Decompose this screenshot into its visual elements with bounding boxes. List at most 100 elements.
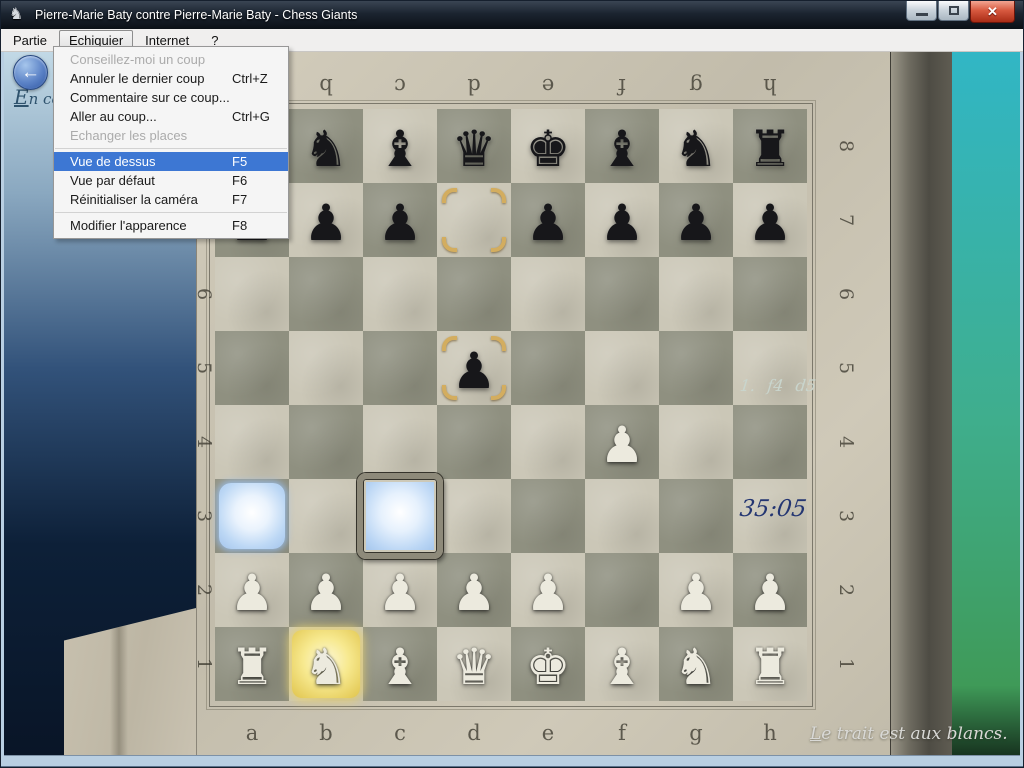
file-label-bottom-g: g bbox=[659, 715, 733, 751]
square-f3[interactable] bbox=[585, 479, 659, 553]
square-e5[interactable] bbox=[511, 331, 585, 405]
square-d4[interactable] bbox=[437, 405, 511, 479]
piece-white-pawn-e2[interactable]: ♟ bbox=[511, 553, 585, 627]
piece-white-pawn-c2[interactable]: ♟ bbox=[363, 553, 437, 627]
piece-white-king-e1[interactable]: ♚ bbox=[511, 627, 585, 701]
piece-white-pawn-b2[interactable]: ♟ bbox=[289, 553, 363, 627]
square-g4[interactable] bbox=[659, 405, 733, 479]
square-e3[interactable] bbox=[511, 479, 585, 553]
piece-black-queen-d8[interactable]: ♛ bbox=[437, 109, 511, 183]
menu-item[interactable]: Annuler le dernier coupCtrl+Z bbox=[54, 69, 288, 88]
file-label-bottom-a: a bbox=[215, 715, 289, 751]
piece-white-pawn-f4[interactable]: ♟ bbox=[585, 405, 659, 479]
gold-corner-icon bbox=[442, 237, 457, 252]
minimize-button[interactable] bbox=[906, 1, 937, 21]
back-button[interactable]: ← bbox=[13, 55, 48, 90]
piece-black-pawn-f7[interactable]: ♟ bbox=[585, 183, 659, 257]
menu-item[interactable]: Commentaire sur ce coup... bbox=[54, 88, 288, 107]
file-label-bottom-b: b bbox=[289, 715, 363, 751]
board-squares: ♜♞♝♛♚♝♞♜♟♟♟♟♟♟♟♟♟♟♟♟♟♟♟♟♜♞♝♛♚♝♞♜ bbox=[215, 109, 807, 701]
rank-label-right-4: 4 bbox=[809, 432, 883, 452]
rank-label-right-2: 2 bbox=[809, 580, 883, 600]
square-e6[interactable] bbox=[511, 257, 585, 331]
piece-black-king-e8[interactable]: ♚ bbox=[511, 109, 585, 183]
piece-black-pawn-e7[interactable]: ♟ bbox=[511, 183, 585, 257]
rank-label-right-8: 8 bbox=[809, 136, 883, 156]
menu-item-label: Echanger les places bbox=[70, 128, 187, 143]
menu-item[interactable]: Vue par défautF6 bbox=[54, 171, 288, 190]
square-g3[interactable] bbox=[659, 479, 733, 553]
piece-white-rook-h1[interactable]: ♜ bbox=[733, 627, 807, 701]
window-title: Pierre-Marie Baty contre Pierre-Marie Ba… bbox=[35, 8, 357, 22]
square-d3[interactable] bbox=[437, 479, 511, 553]
maximize-button[interactable] bbox=[938, 1, 969, 21]
file-label-top-b: b bbox=[289, 68, 363, 104]
move-target-highlight-a3[interactable] bbox=[219, 483, 285, 549]
piece-black-pawn-b7[interactable]: ♟ bbox=[289, 183, 363, 257]
piece-black-knight-g8[interactable]: ♞ bbox=[659, 109, 733, 183]
piece-white-queen-d1[interactable]: ♛ bbox=[437, 627, 511, 701]
square-c6[interactable] bbox=[363, 257, 437, 331]
piece-black-bishop-c8[interactable]: ♝ bbox=[363, 109, 437, 183]
menu-item-label: Annuler le dernier coup bbox=[70, 71, 204, 86]
rank-label-right-5: 5 bbox=[809, 358, 883, 378]
gold-corner-icon bbox=[491, 237, 506, 252]
piece-white-bishop-c1[interactable]: ♝ bbox=[363, 627, 437, 701]
menu-partie[interactable]: Partie bbox=[3, 30, 57, 51]
board-side-edge bbox=[890, 52, 952, 756]
gold-corner-icon bbox=[491, 336, 506, 351]
file-label-bottom-c: c bbox=[363, 715, 437, 751]
file-label-top-c: c bbox=[363, 68, 437, 104]
square-b4[interactable] bbox=[289, 405, 363, 479]
clock-text: 35:05 bbox=[738, 496, 832, 522]
gold-corner-icon bbox=[491, 385, 506, 400]
close-button[interactable]: ✕ bbox=[970, 1, 1015, 23]
square-h6[interactable] bbox=[733, 257, 807, 331]
square-g6[interactable] bbox=[659, 257, 733, 331]
piece-black-bishop-f8[interactable]: ♝ bbox=[585, 109, 659, 183]
piece-black-pawn-g7[interactable]: ♟ bbox=[659, 183, 733, 257]
menu-separator bbox=[55, 212, 287, 213]
square-f5[interactable] bbox=[585, 331, 659, 405]
piece-white-knight-g1[interactable]: ♞ bbox=[659, 627, 733, 701]
piece-white-pawn-h2[interactable]: ♟ bbox=[733, 553, 807, 627]
menu-item-label: Vue par défaut bbox=[70, 173, 155, 188]
square-b6[interactable] bbox=[289, 257, 363, 331]
piece-white-bishop-f1[interactable]: ♝ bbox=[585, 627, 659, 701]
chessboard: aabbccddeeffgghh1122334455667788 ♜♞♝♛♚♝♞… bbox=[196, 52, 952, 756]
piece-black-rook-h8[interactable]: ♜ bbox=[733, 109, 807, 183]
square-f2[interactable] bbox=[585, 553, 659, 627]
square-b3[interactable] bbox=[289, 479, 363, 553]
piece-white-knight-b1[interactable]: ♞ bbox=[289, 627, 363, 701]
piece-black-pawn-h7[interactable]: ♟ bbox=[733, 183, 807, 257]
piece-white-pawn-g2[interactable]: ♟ bbox=[659, 553, 733, 627]
square-c4[interactable] bbox=[363, 405, 437, 479]
piece-white-rook-a1[interactable]: ♜ bbox=[215, 627, 289, 701]
title-bar[interactable]: ♞ Pierre-Marie Baty contre Pierre-Marie … bbox=[1, 1, 1023, 29]
square-c5[interactable] bbox=[363, 331, 437, 405]
rank-label-right-6: 6 bbox=[809, 284, 883, 304]
menu-item[interactable]: Conseillez-moi un coup bbox=[54, 50, 288, 69]
square-f6[interactable] bbox=[585, 257, 659, 331]
square-e4[interactable] bbox=[511, 405, 585, 479]
piece-black-pawn-c7[interactable]: ♟ bbox=[363, 183, 437, 257]
rank-label-left-4: 4 bbox=[167, 432, 241, 452]
cursor-frame-c3[interactable] bbox=[357, 473, 443, 559]
square-d6[interactable] bbox=[437, 257, 511, 331]
file-label-bottom-e: e bbox=[511, 715, 585, 751]
piece-white-pawn-a2[interactable]: ♟ bbox=[215, 553, 289, 627]
menu-item[interactable]: Modifier l'apparenceF8 bbox=[54, 216, 288, 235]
square-g5[interactable] bbox=[659, 331, 733, 405]
menu-item[interactable]: Echanger les places bbox=[54, 126, 288, 145]
menu-item[interactable]: Vue de dessusF5 bbox=[54, 152, 288, 171]
menu-item[interactable]: Réinitialiser la caméraF7 bbox=[54, 190, 288, 209]
square-h4[interactable] bbox=[733, 405, 807, 479]
menu-item-shortcut: Ctrl+G bbox=[232, 107, 270, 126]
piece-white-pawn-d2[interactable]: ♟ bbox=[437, 553, 511, 627]
menu-item[interactable]: Aller au coup... Ctrl+G bbox=[54, 107, 288, 126]
file-label-top-g: g bbox=[659, 68, 733, 104]
menu-item-label: Modifier l'apparence bbox=[70, 218, 187, 233]
piece-black-knight-b8[interactable]: ♞ bbox=[289, 109, 363, 183]
menu-item-label: Aller au coup... bbox=[70, 109, 157, 124]
square-b5[interactable] bbox=[289, 331, 363, 405]
